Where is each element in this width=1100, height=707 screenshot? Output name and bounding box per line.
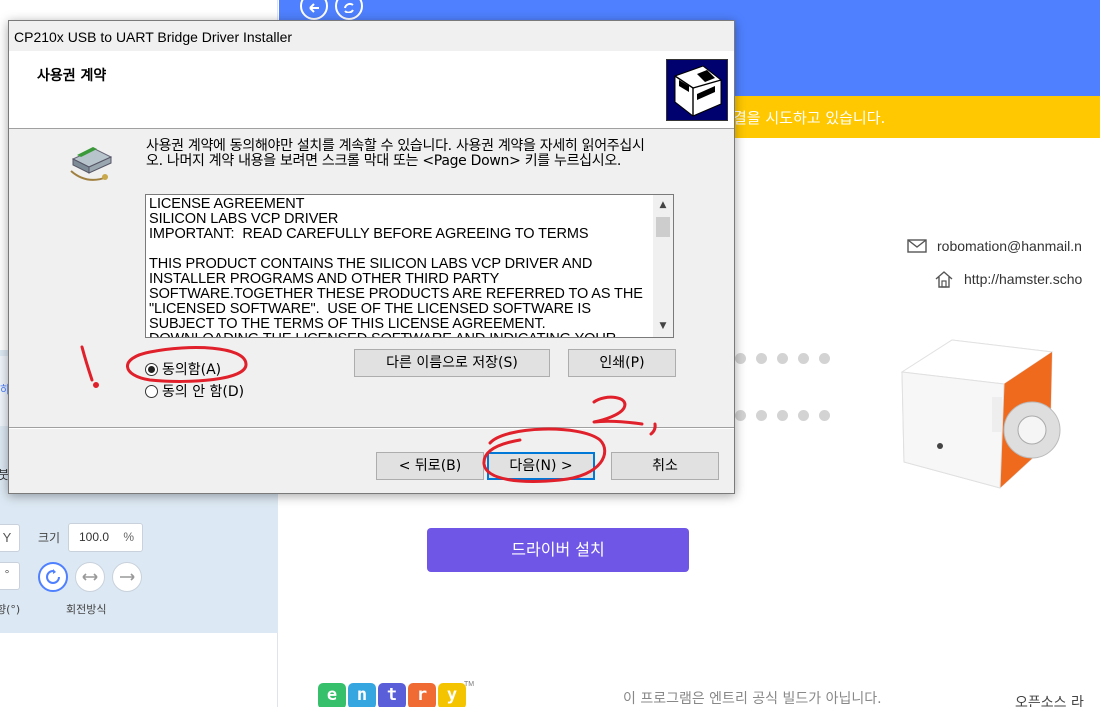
horizontal-arrows-icon [82, 573, 98, 581]
dialog-title: CP210x USB to UART Bridge Driver Install… [14, 29, 293, 45]
license-text: LICENSE AGREEMENT SILICON LABS VCP DRIVE… [149, 196, 643, 338]
installer-dialog: CP210x USB to UART Bridge Driver Install… [8, 20, 735, 494]
scroll-up-icon[interactable]: ▲ [657, 199, 669, 211]
direction-caption: 향(°) [0, 603, 21, 616]
rotate-icon [46, 569, 60, 584]
scroll-down-icon[interactable]: ▼ [657, 320, 669, 332]
scroll-thumb[interactable] [656, 217, 670, 237]
license-scrollbar[interactable]: ▲ ▼ [653, 195, 673, 337]
rotation-caption: 회전방식 [66, 603, 107, 616]
email-contact: robomation@hanmail.n [907, 238, 1082, 254]
entry-logo: e n t r y [318, 683, 466, 707]
entry-logo-letter: y [438, 683, 466, 707]
homepage-text: http://hamster.scho [964, 271, 1083, 287]
size-input[interactable]: 100.0 % [68, 523, 143, 552]
page-title: 사용권 계약 [37, 68, 107, 84]
cancel-button[interactable]: 취소 [611, 452, 719, 480]
left-arrow-icon [309, 3, 319, 13]
dialog-header: 사용권 계약 [9, 51, 734, 129]
license-textbox[interactable]: LICENSE AGREEMENT SILICON LABS VCP DRIVE… [145, 194, 674, 338]
decline-radio[interactable]: 동의 안 함(D) [145, 381, 244, 401]
accept-radio[interactable]: 동의함(A) [145, 359, 221, 379]
size-value: 100.0 [79, 530, 110, 544]
mail-icon [907, 239, 927, 253]
right-arrow-icon [120, 573, 135, 581]
homepage-link[interactable]: http://hamster.scho [934, 270, 1082, 288]
accept-radio-label: 동의함(A) [162, 362, 222, 378]
rotate-horizontal-button[interactable] [75, 562, 105, 592]
direction-field[interactable]: ° [0, 562, 20, 590]
entry-logo-letter: r [408, 683, 436, 707]
back-button[interactable]: < 뒤로(B) [376, 452, 484, 480]
y-coordinate-field[interactable]: Y [0, 524, 20, 552]
entry-logo-letter: e [318, 683, 346, 707]
entry-logo-letter: t [378, 683, 406, 707]
size-label: 크기 [38, 531, 61, 545]
entry-logo-letter: n [348, 683, 376, 707]
next-button[interactable]: 다음(N) > [487, 452, 595, 480]
rotate-none-button[interactable] [112, 562, 142, 592]
connection-dots-bottom [735, 410, 830, 421]
email-text: robomation@hanmail.n [937, 238, 1082, 254]
home-icon [935, 271, 953, 288]
hamster-robot-image [900, 339, 1061, 489]
not-official-notice: 이 프로그램은 엔트리 공식 빌드가 아닙니다. [623, 691, 882, 707]
rotate-free-button[interactable] [38, 562, 68, 592]
radio-empty-icon[interactable] [145, 384, 158, 398]
trademark-mark: TM [464, 681, 475, 688]
opensource-label[interactable]: 오픈소스 라 [1015, 692, 1084, 707]
size-unit: % [123, 530, 134, 544]
refresh-icon [344, 2, 354, 13]
print-button[interactable]: 인쇄(P) [568, 349, 676, 377]
install-driver-button[interactable]: 드라이버 설치 [427, 528, 689, 572]
connection-status-text: 결을 시도하고 있습니다. [733, 109, 886, 127]
instruction-text: 사용권 계약에 동의해야만 설치를 계속할 수 있습니다. 사용권 계약을 자세… [146, 137, 645, 170]
save-as-button[interactable]: 다른 이름으로 저장(S) [354, 349, 550, 377]
setup-package-icon [70, 147, 113, 181]
radio-selected-icon[interactable] [145, 362, 158, 376]
installer-box-icon [666, 59, 728, 121]
decline-radio-label: 동의 안 함(D) [162, 384, 245, 400]
connection-dots-top [735, 353, 830, 364]
